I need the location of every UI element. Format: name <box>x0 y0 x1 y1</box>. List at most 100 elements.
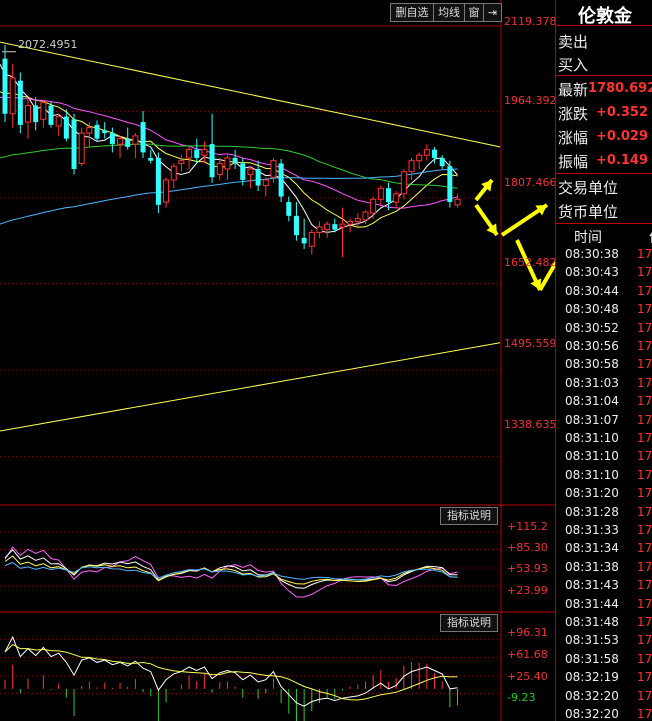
tick-price: 178 <box>637 707 652 721</box>
moving-average-button[interactable]: 均线 <box>433 3 465 22</box>
candle-body <box>354 218 361 222</box>
quote-value-change: +0.352 <box>596 105 649 120</box>
tick-price: 178 <box>637 431 652 445</box>
candle-body <box>9 77 16 115</box>
tick-price: 178 <box>637 559 652 574</box>
tick-price: 178 <box>637 578 652 593</box>
candle-body <box>324 223 331 231</box>
tick-price: 178 <box>637 339 652 353</box>
candle-body <box>293 215 299 236</box>
candle-body <box>2 58 8 114</box>
tick-price: 178 <box>637 504 652 519</box>
candle-body <box>439 157 445 167</box>
candle-body <box>148 157 154 161</box>
osc-line-j <box>4 555 458 585</box>
indicator-help-button-1[interactable]: 指标说明 <box>440 507 498 525</box>
quote-label-change-pct: 涨幅 <box>558 129 589 147</box>
tick-price: 178 <box>637 670 652 685</box>
candle-body <box>432 149 438 158</box>
quote-label-amplitude: 振幅 <box>558 153 589 171</box>
tick-time: 08:31:53 <box>565 633 619 648</box>
quote-label-currency-unit: 货币单位 <box>558 203 619 221</box>
candle-body <box>216 162 223 175</box>
tick-price: 178 <box>637 615 652 629</box>
tick-time: 08:31:34 <box>565 541 619 556</box>
quote-label-last: 最新 <box>558 81 589 99</box>
divider <box>556 75 652 76</box>
tick-time: 08:31:07 <box>565 412 619 427</box>
candle-body <box>140 122 146 153</box>
quote-value-last: 1780.692 <box>588 81 652 96</box>
tick-price: 178 <box>637 596 652 611</box>
tick-price: 178 <box>637 541 652 556</box>
candle-body <box>109 133 115 145</box>
tick-price: 178 <box>637 283 652 298</box>
quote-value-amplitude: +0.149 <box>596 153 649 168</box>
candle-body <box>209 144 215 178</box>
candle-body <box>86 127 93 134</box>
candle-body <box>163 179 170 203</box>
candle-body <box>255 168 261 186</box>
tick-price: 178 <box>637 486 652 501</box>
candle-body <box>416 154 423 162</box>
candle-body <box>25 105 32 123</box>
price-axis-label: 1807.466 <box>504 176 557 189</box>
tick-time: 08:30:44 <box>565 283 619 298</box>
quote-label-ask: 卖出 <box>558 33 589 51</box>
candle-body <box>377 187 384 200</box>
candle-body <box>201 149 208 156</box>
tick-price: 178 <box>637 412 652 427</box>
candle-body <box>55 116 62 127</box>
tick-time: 08:31:10 <box>565 467 619 482</box>
ticks-header-time: 时间 <box>574 230 602 246</box>
delete-watchlist-button[interactable]: 删自选 <box>390 3 434 22</box>
indicator-help-button-2[interactable]: 指标说明 <box>440 614 498 632</box>
tick-price: 178 <box>637 449 652 464</box>
candle-body <box>362 211 369 221</box>
osc-axis-label: +115.2 <box>507 520 548 533</box>
chart-canvas[interactable] <box>0 0 555 721</box>
tick-time: 08:31:44 <box>565 596 619 611</box>
osc-axis-label: +23.99 <box>507 584 548 597</box>
quote-value-change-pct: +0.029 <box>596 129 649 144</box>
candle-body <box>240 163 246 180</box>
tick-price: 178 <box>637 688 652 703</box>
tick-time: 08:31:10 <box>565 431 619 445</box>
tick-time: 08:32:20 <box>565 707 619 721</box>
candle-body <box>270 160 277 178</box>
tick-price: 178 <box>637 302 652 317</box>
candle-body <box>224 157 231 170</box>
collapse-arrow-button[interactable]: ⇥ <box>483 3 502 22</box>
divider <box>556 223 652 224</box>
candle-body <box>286 202 292 216</box>
divider <box>556 173 652 174</box>
tick-time: 08:31:20 <box>565 486 619 501</box>
tick-time: 08:31:38 <box>565 559 619 574</box>
tick-price: 178 <box>637 394 652 409</box>
candle-body <box>278 163 284 197</box>
tick-price: 178 <box>637 375 652 390</box>
candle-body <box>339 223 346 228</box>
candle-body <box>48 105 54 125</box>
window-button[interactable]: 窗 <box>464 3 484 22</box>
tick-price: 178 <box>637 320 652 335</box>
tick-time: 08:31:58 <box>565 651 619 666</box>
candle-body <box>393 193 400 203</box>
high-price-annotation: 2072.4951 <box>18 38 78 51</box>
candle-body <box>454 198 461 206</box>
quote-label-change: 涨跌 <box>558 105 589 123</box>
tick-time: 08:30:48 <box>565 302 619 317</box>
tick-price: 178 <box>637 651 652 666</box>
tick-price: 178 <box>637 265 652 280</box>
candle-body <box>232 157 238 164</box>
tick-time: 08:31:04 <box>565 394 619 409</box>
tick-price: 178 <box>637 247 652 261</box>
tick-price: 178 <box>637 523 652 537</box>
tick-time: 08:31:33 <box>565 523 619 537</box>
candle-body <box>400 171 407 195</box>
tick-price: 178 <box>637 357 652 372</box>
tick-time: 08:31:10 <box>565 449 619 464</box>
candle-body <box>194 149 200 158</box>
candle-body <box>370 198 377 214</box>
candle-body <box>117 138 124 145</box>
